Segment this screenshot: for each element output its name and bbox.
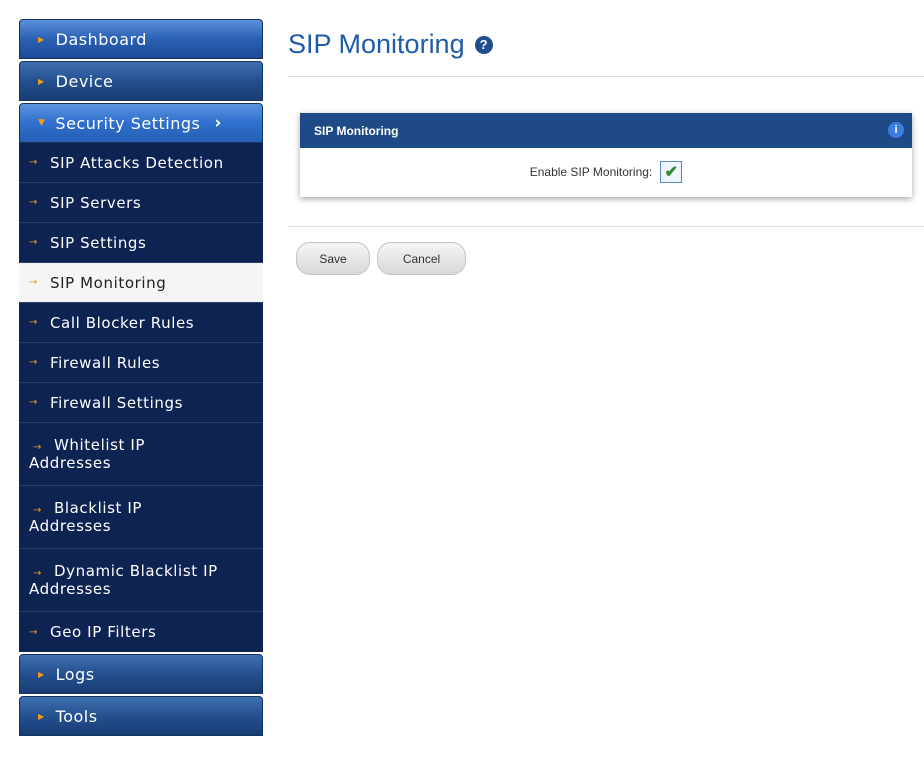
sidebar-subitem-whitelist-ip-addresses[interactable]: → Whitelist IP Addresses bbox=[19, 423, 263, 486]
sidebar-subitem-blacklist-ip-addresses[interactable]: → Blacklist IP Addresses bbox=[19, 486, 263, 549]
triangle-right-icon: ▶ bbox=[38, 34, 45, 44]
sidebar-item-device[interactable]: ▶ Device bbox=[19, 61, 263, 101]
sidebar-subitem-label: SIP Settings bbox=[49, 233, 147, 252]
sidebar-item-tools[interactable]: ▶ Tools bbox=[19, 696, 263, 736]
save-button[interactable]: Save bbox=[296, 242, 370, 275]
sidebar-item-label: Security Settings bbox=[55, 113, 201, 133]
sidebar-item-label: Tools bbox=[55, 706, 98, 726]
sidebar-subitem-firewall-rules[interactable]: → Firewall Rules bbox=[19, 343, 263, 383]
sidebar-subitem-label: Geo IP Filters bbox=[49, 623, 157, 641]
arrow-right-icon: → bbox=[29, 357, 38, 368]
arrow-right-icon: → bbox=[29, 157, 38, 168]
sidebar-subitem-sip-servers[interactable]: → SIP Servers bbox=[19, 183, 263, 223]
checkmark-icon: ✔ bbox=[664, 164, 678, 181]
sidebar-item-logs[interactable]: ▶ Logs bbox=[19, 654, 263, 694]
sidebar-subitem-label-line2: Addresses bbox=[29, 580, 112, 598]
sidebar-subitem-firewall-settings[interactable]: → Firewall Settings bbox=[19, 383, 263, 423]
arrow-right-icon: → bbox=[29, 317, 38, 328]
arrow-right-icon: → bbox=[29, 626, 38, 638]
sidebar-subitem-label-line2: Addresses bbox=[29, 517, 112, 535]
panel-header: SIP Monitoring i bbox=[300, 113, 912, 148]
cancel-button[interactable]: Cancel bbox=[377, 242, 466, 275]
buttons-divider bbox=[288, 226, 924, 227]
page-title-text: SIP Monitoring bbox=[288, 29, 465, 59]
sidebar-item-dashboard[interactable]: ▶ Dashboard bbox=[19, 19, 263, 59]
main-content: SIP Monitoring ? SIP Monitoring i Enable… bbox=[288, 19, 924, 275]
arrow-right-icon: → bbox=[29, 277, 38, 288]
sidebar-subitem-label: Blacklist IP bbox=[53, 499, 143, 517]
chevron-right-icon: › bbox=[214, 113, 222, 133]
arrow-right-icon: → bbox=[33, 442, 42, 453]
sidebar-subitem-sip-attacks-detection[interactable]: → SIP Attacks Detection bbox=[19, 143, 263, 183]
sidebar-subitem-geo-ip-filters[interactable]: → Geo IP Filters bbox=[19, 612, 263, 652]
enable-sip-monitoring-row: Enable SIP Monitoring: ✔ bbox=[300, 148, 912, 196]
sidebar-item-security-settings[interactable]: ▼ Security Settings › bbox=[19, 103, 263, 143]
triangle-right-icon: ▶ bbox=[38, 711, 45, 721]
sip-monitoring-panel: SIP Monitoring i Enable SIP Monitoring: … bbox=[300, 113, 912, 197]
arrow-right-icon: → bbox=[29, 397, 38, 408]
panel-header-title: SIP Monitoring bbox=[314, 123, 399, 138]
sidebar-subitem-sip-monitoring[interactable]: → SIP Monitoring bbox=[19, 263, 263, 303]
arrow-right-icon: → bbox=[29, 197, 38, 208]
triangle-right-icon: ▶ bbox=[38, 76, 45, 86]
sidebar-subitem-sip-settings[interactable]: → SIP Settings bbox=[19, 223, 263, 263]
sidebar-subitem-label-line2: Addresses bbox=[29, 454, 112, 472]
sidebar-subitem-label: SIP Monitoring bbox=[49, 273, 167, 292]
sidebar-item-label: Device bbox=[55, 71, 114, 91]
sidebar-subitem-dynamic-blacklist-ip-addresses[interactable]: → Dynamic Blacklist IP Addresses bbox=[19, 549, 263, 612]
sidebar-subitem-label: Dynamic Blacklist IP bbox=[53, 562, 218, 580]
arrow-right-icon: → bbox=[29, 237, 38, 248]
page-title: SIP Monitoring ? bbox=[288, 29, 924, 60]
arrow-right-icon: → bbox=[33, 568, 42, 579]
sidebar-item-label: Dashboard bbox=[55, 29, 147, 49]
sidebar-subitem-label: SIP Attacks Detection bbox=[49, 153, 224, 172]
enable-sip-monitoring-checkbox[interactable]: ✔ bbox=[660, 161, 683, 183]
title-divider bbox=[288, 76, 924, 77]
sidebar-subitem-label: Firewall Settings bbox=[49, 393, 184, 412]
info-icon[interactable]: i bbox=[888, 122, 904, 138]
sidebar-item-label: Logs bbox=[55, 664, 95, 684]
sidebar-subitem-label: SIP Servers bbox=[49, 193, 142, 212]
arrow-right-icon: → bbox=[33, 505, 42, 516]
enable-sip-monitoring-label: Enable SIP Monitoring: bbox=[529, 165, 653, 179]
security-submenu: → SIP Attacks Detection → SIP Servers → … bbox=[19, 143, 263, 652]
sidebar-nav: ▶ Dashboard ▶ Device ▼ Security Settings… bbox=[19, 19, 263, 738]
triangle-right-icon: ▶ bbox=[38, 669, 45, 679]
triangle-down-icon: ▼ bbox=[38, 118, 46, 128]
help-icon[interactable]: ? bbox=[474, 35, 493, 54]
sidebar-subitem-label: Whitelist IP bbox=[53, 436, 146, 454]
sidebar-subitem-label: Call Blocker Rules bbox=[49, 313, 195, 332]
sidebar-subitem-call-blocker-rules[interactable]: → Call Blocker Rules bbox=[19, 303, 263, 343]
sidebar-subitem-label: Firewall Rules bbox=[49, 353, 161, 372]
